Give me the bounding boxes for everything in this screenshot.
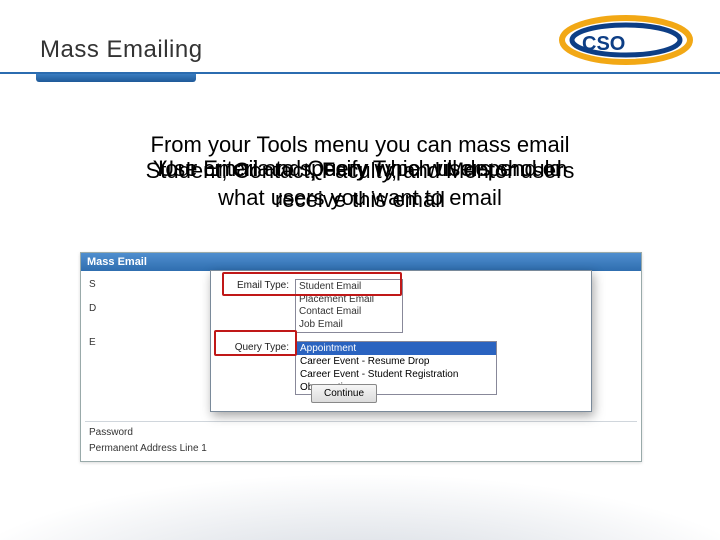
logo-text: CSO [582,30,646,56]
logo: CSO [556,12,696,76]
slide-body-text: From your Tools menu you can mass email … [64,132,656,242]
panel-divider [85,421,637,422]
email-type-label: Email Type: [211,277,295,291]
email-type-option-1[interactable]: Student Email [299,281,399,294]
slide-line-6: receive this email [64,187,656,212]
email-type-option-4[interactable]: Job Email [299,319,399,332]
page-title: Mass Emailing [40,36,203,64]
slide-line-1: From your Tools menu you can mass email [64,132,656,157]
panel-label-password: Password [89,427,133,438]
email-type-select[interactable]: Student Email Placement Email Contact Em… [295,279,403,333]
slide-line-4: Student, Contact, Faculty, and Mentor us… [64,158,656,183]
email-type-option-2[interactable]: Placement Email [299,294,399,307]
panel-label-address: Permanent Address Line 1 [89,443,207,454]
svg-text:CSO: CSO [582,33,625,55]
panel-header: Mass Email [81,253,641,271]
email-type-option-3[interactable]: Contact Email [299,306,399,319]
query-type-option-1[interactable]: Appointment [296,342,496,355]
panel-label-d: D [89,303,96,314]
panel-label-e: E [89,337,96,348]
query-type-option-2[interactable]: Career Event - Resume Drop [296,355,496,368]
query-type-label: Query Type: [211,339,295,353]
continue-button[interactable]: Continue [311,384,377,403]
email-query-flyout: Email Type: Student Email Placement Emai… [210,270,592,412]
panel-label-s: S [89,279,96,290]
query-type-option-3[interactable]: Career Event - Student Registration [296,368,496,381]
